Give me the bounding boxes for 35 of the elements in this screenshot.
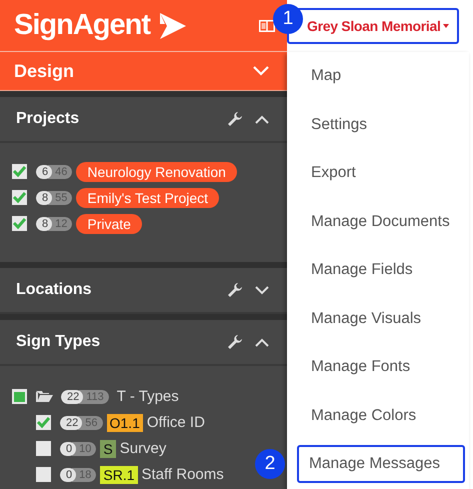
wrench-icon[interactable] [227,111,243,127]
code-tag: S [100,440,116,458]
chevron-icon[interactable] [255,286,269,294]
tree-label[interactable]: Survey [120,440,166,457]
folder-icon [36,390,53,403]
checkbox[interactable] [12,164,27,179]
checkbox[interactable] [36,441,51,456]
chevron-icon[interactable] [255,114,269,124]
panel-icon[interactable] [259,20,275,32]
menu-item[interactable]: Manage Visuals [299,300,469,338]
menu-item[interactable]: Map [299,57,469,96]
logo-icon [158,10,188,40]
menu-item[interactable]: Manage Fonts [299,348,469,386]
caret-icon [442,24,449,28]
checkbox[interactable] [36,467,51,482]
logo-text: SignAgent [14,9,150,42]
menu-item[interactable]: Export [299,154,469,192]
tree-label[interactable]: Staff Rooms [142,466,224,483]
menu-item[interactable]: Manage Messages [297,445,465,484]
code-tag: O1.1 [106,414,143,432]
chevron-icon [253,66,269,76]
wrench-icon[interactable] [227,282,243,298]
checkbox[interactable] [12,389,27,404]
code-tag: SR.1 [100,466,138,484]
chevron-icon[interactable] [255,338,269,346]
checkbox[interactable] [36,415,51,430]
checkbox[interactable] [12,216,27,231]
wrench-icon[interactable] [227,334,243,350]
menu-item[interactable]: Manage Colors [299,396,469,435]
menu-item[interactable]: Manage Fields [299,251,469,290]
menu-item[interactable]: Manage Documents [299,202,469,241]
checkbox[interactable] [12,190,27,205]
menu-item[interactable]: Settings [299,106,469,144]
tree-label[interactable]: T - Types [116,388,179,405]
tree-label[interactable]: Office ID [146,414,205,431]
